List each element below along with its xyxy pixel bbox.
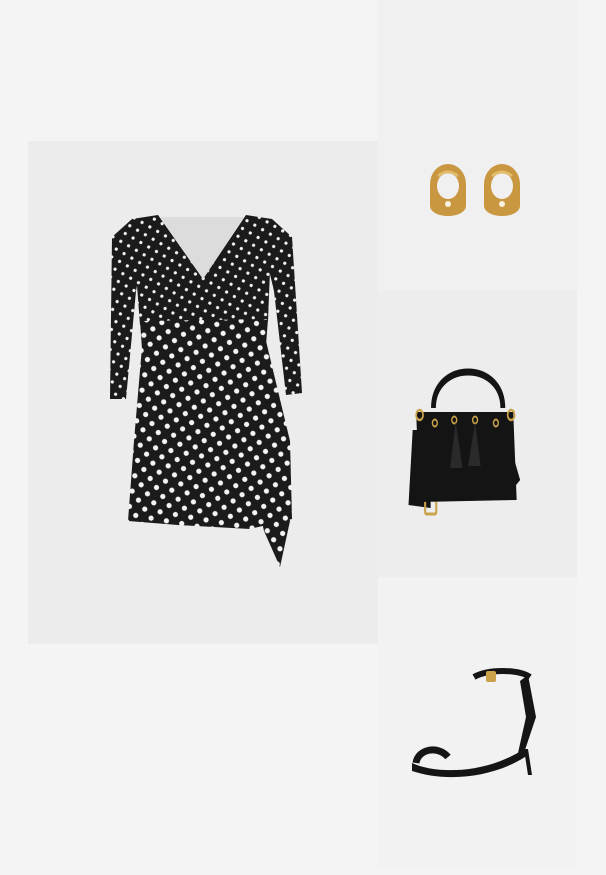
hoop-earrings-image (430, 164, 520, 216)
earrings-product-tile[interactable] (378, 0, 577, 290)
bucket-bag-image (408, 368, 521, 516)
wrap-dress-image (110, 215, 302, 567)
heeled-sandal-image (412, 668, 536, 778)
dress-product-tile[interactable] (28, 141, 378, 644)
sandals-product-tile[interactable] (378, 577, 577, 867)
bag-product-tile[interactable] (378, 290, 577, 577)
